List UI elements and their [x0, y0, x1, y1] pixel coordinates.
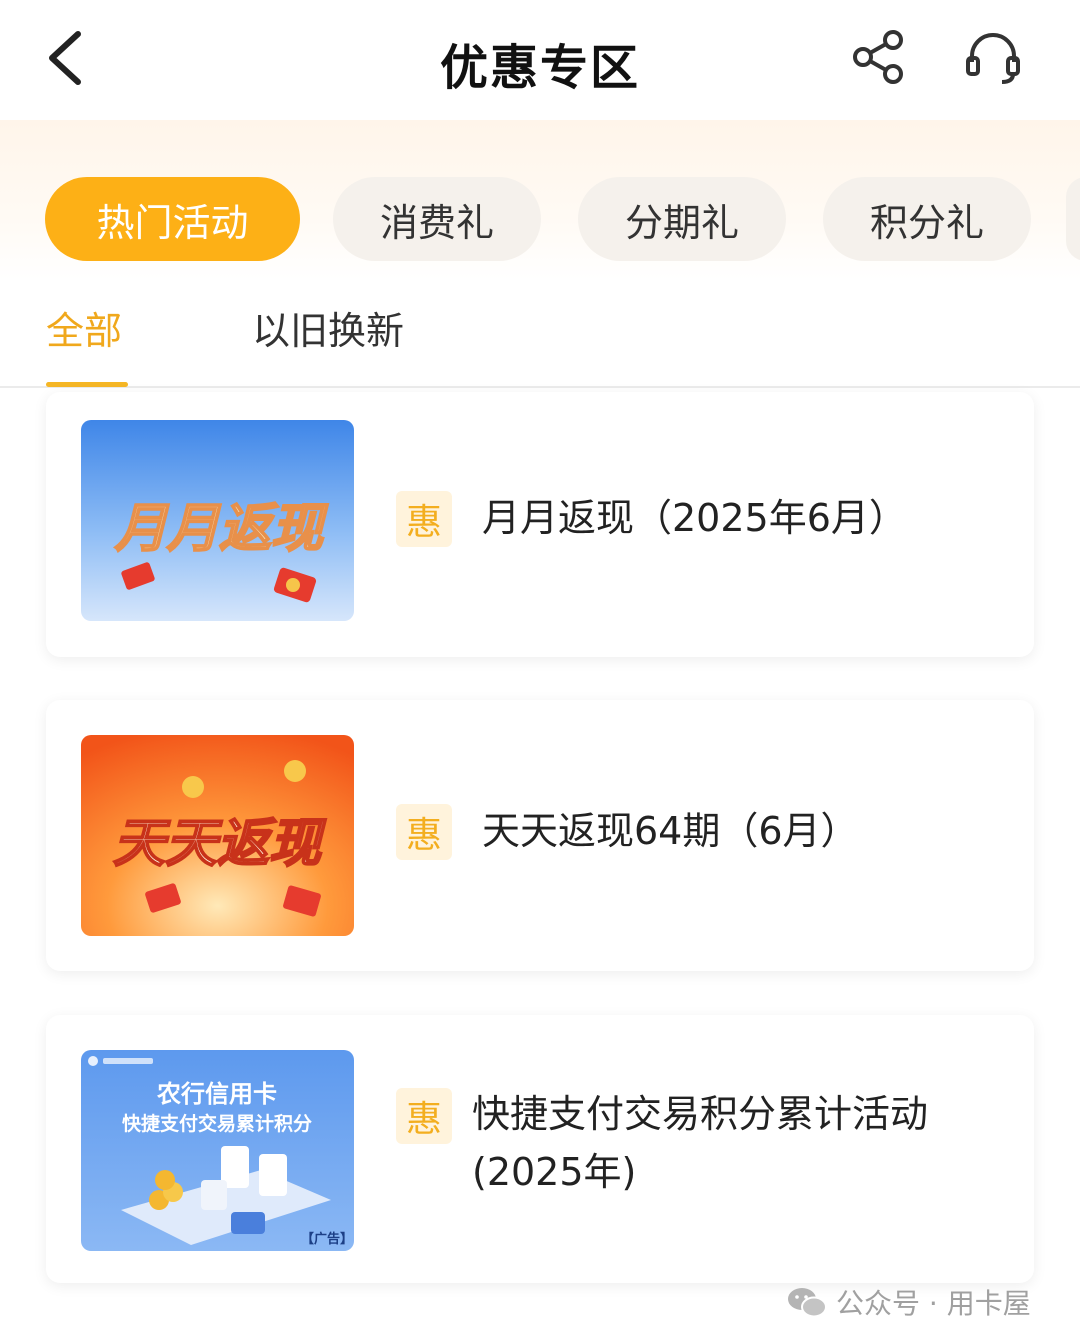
sub-tab-bar: 全部 以旧换新	[0, 280, 1080, 388]
activity-title: 快捷支付交易积分累计活动 (2025年)	[472, 1085, 928, 1201]
subtab-all[interactable]: 全部	[46, 300, 122, 355]
activity-card[interactable]: 月月返现 惠 月月返现（2025年6月）	[46, 392, 1034, 657]
category-tab-installment[interactable]: 分期礼	[578, 177, 786, 261]
activity-title-line: (2025年)	[472, 1150, 637, 1194]
discount-badge: 惠	[396, 1088, 452, 1144]
activity-thumbnail: 月月返现	[81, 420, 354, 621]
category-tab-points[interactable]: 积分礼	[823, 177, 1031, 261]
thumb-title: 农行信用卡	[156, 1080, 277, 1108]
customer-service-button[interactable]	[962, 26, 1024, 88]
discount-badge: 惠	[396, 491, 452, 547]
subtab-active-indicator	[46, 382, 128, 387]
headset-icon	[966, 33, 1020, 84]
discount-badge: 惠	[396, 804, 452, 860]
activity-card[interactable]: 农行信用卡 快捷支付交易累计积分 【广告】 惠 快捷支付交易积分累计活动 (20…	[46, 1015, 1034, 1283]
activity-card[interactable]: 天天返现 惠 天天返现64期（6月）	[46, 700, 1034, 971]
activity-title: 天天返现64期（6月）	[482, 809, 859, 853]
category-tab-overflow[interactable]	[1066, 177, 1080, 261]
subtab-trade-in[interactable]: 以旧换新	[252, 300, 404, 355]
page-title: 优惠专区	[439, 40, 640, 96]
share-button[interactable]	[848, 26, 910, 88]
top-bar: 优惠专区	[0, 0, 1080, 120]
thumb-subtitle: 快捷支付交易累计积分	[122, 1112, 312, 1135]
category-tab-spending[interactable]: 消费礼	[333, 177, 541, 261]
activity-thumbnail: 天天返现	[81, 735, 354, 936]
activity-title-line: 快捷支付交易积分累计活动	[472, 1092, 929, 1136]
thumb-title: 天天返现	[113, 814, 327, 874]
activity-thumbnail: 农行信用卡 快捷支付交易累计积分 【广告】	[81, 1050, 354, 1251]
category-tab-hot[interactable]: 热门活动	[45, 177, 300, 261]
activity-title: 月月返现（2025年6月）	[482, 496, 907, 540]
ad-label: 【广告】	[301, 1231, 353, 1247]
watermark-text: 公众号 · 用卡屋	[836, 1287, 1031, 1320]
category-bar: 热门活动 消费礼 分期礼 积分礼	[0, 120, 1080, 280]
share-icon	[853, 30, 903, 84]
thumb-title: 月月返现	[114, 499, 329, 559]
wechat-icon	[788, 1288, 827, 1318]
watermark: 公众号 · 用卡屋	[786, 1280, 1031, 1324]
